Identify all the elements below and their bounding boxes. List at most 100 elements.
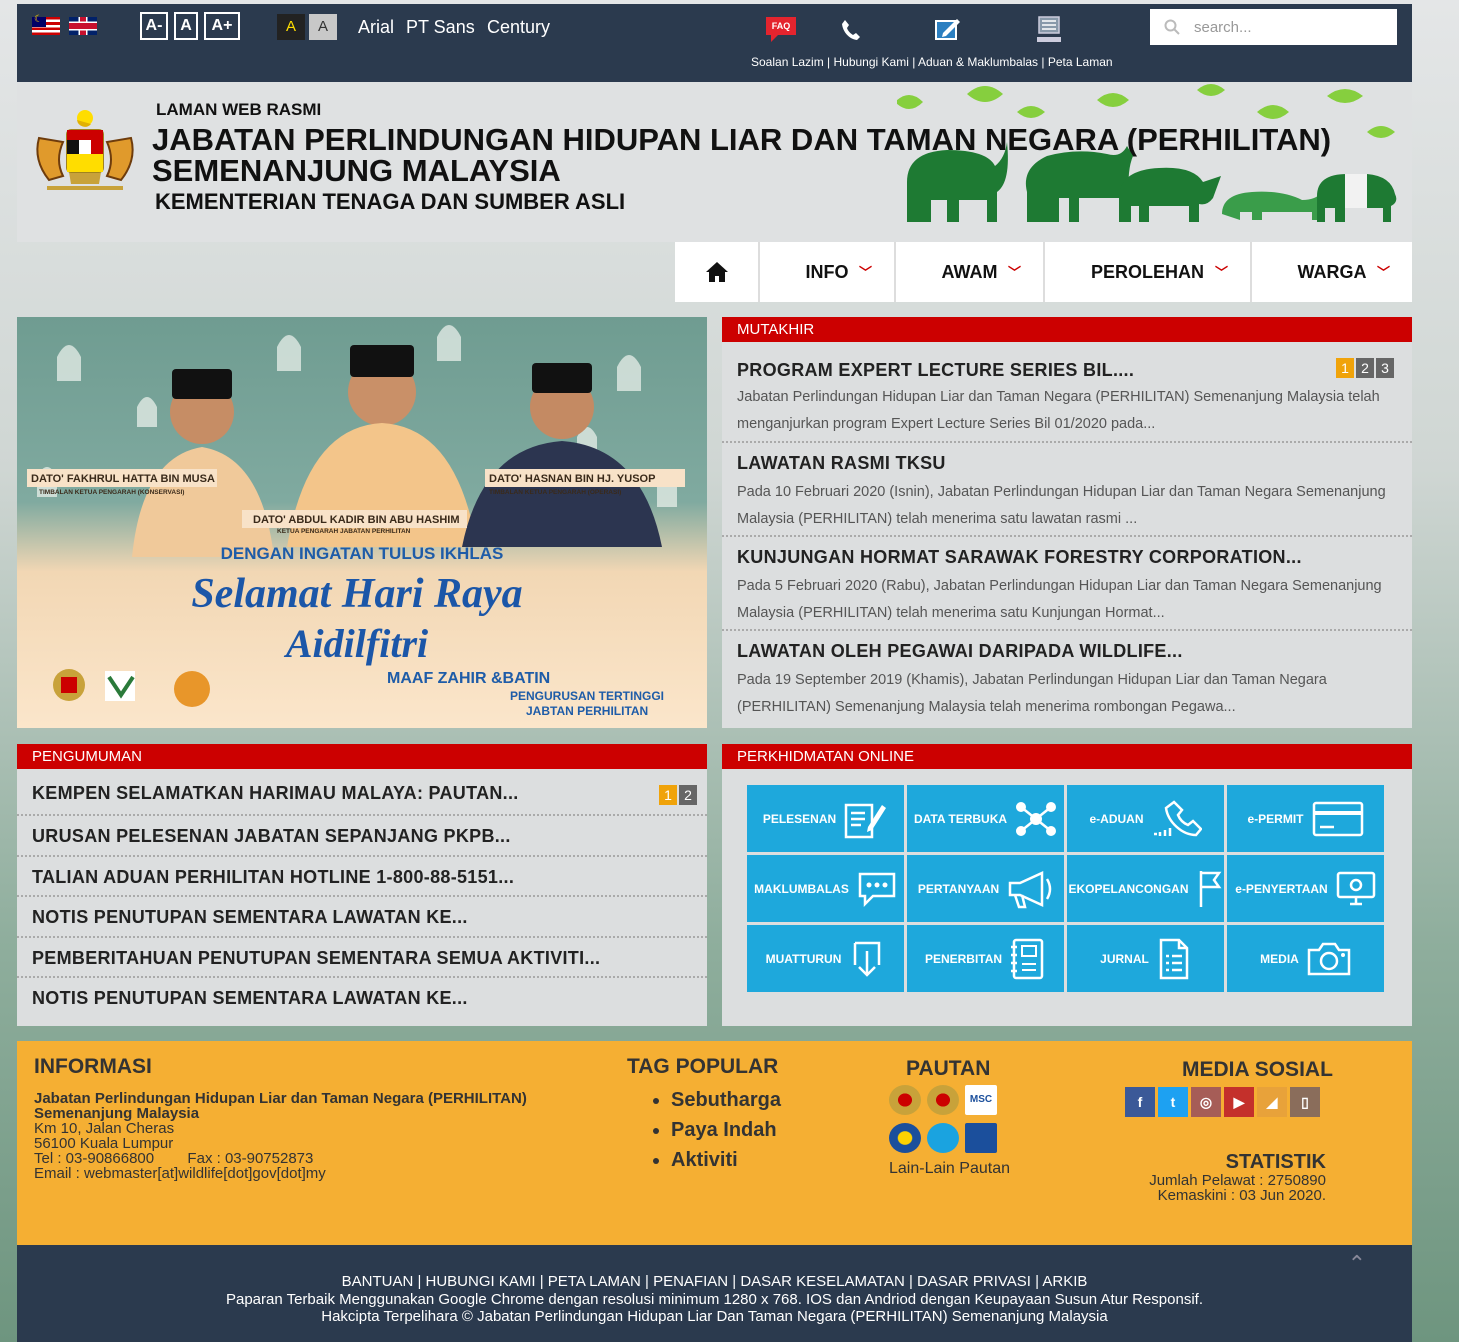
- statistik-heading: STATISTIK: [1225, 1151, 1326, 1173]
- monitor-icon: [1336, 871, 1375, 905]
- contact-info: Jabatan Perlindungan Hidupan Liar dan Ta…: [34, 1091, 527, 1181]
- youtube-icon[interactable]: ▶: [1224, 1087, 1254, 1117]
- search-input[interactable]: [1194, 18, 1384, 36]
- sitemap-icon[interactable]: [1032, 14, 1066, 46]
- tag-list: Sebutharga Paya Indah Aktiviti: [649, 1085, 781, 1175]
- announcement-item[interactable]: KEMPEN SELAMATKAN HARIMAU MALAYA: PAUTAN…: [17, 769, 707, 816]
- service-label: MAKLUMBALAS: [754, 881, 849, 896]
- scroll-top-icon[interactable]: ⌃: [1348, 1251, 1366, 1277]
- nav-perolehan-label: PEROLEHAN: [1090, 261, 1204, 282]
- news-title[interactable]: LAWATAN RASMI TKSU: [737, 453, 1397, 474]
- tag-popular-heading: TAG POPULAR: [627, 1055, 779, 1078]
- uk-flag-icon[interactable]: [69, 17, 97, 35]
- prestasi-logo[interactable]: [927, 1123, 959, 1153]
- header-ministry: KEMENTERIAN TENAGA DAN SUMBER ASLI: [155, 189, 626, 214]
- tag-link[interactable]: Sebutharga: [671, 1085, 781, 1115]
- other-links[interactable]: Lain-Lain Pautan: [889, 1160, 1010, 1178]
- coat-of-arms-logo[interactable]: [29, 110, 141, 194]
- nav-home[interactable]: [675, 242, 760, 302]
- chevron-down-icon: ﹀: [1214, 265, 1228, 280]
- nav-awam[interactable]: AWAM ﹀: [896, 242, 1045, 302]
- top-links[interactable]: Soalan Lazim | Hubungi Kami | Aduan & Ma…: [751, 55, 1113, 69]
- service-label: PENERBITAN: [924, 951, 1003, 966]
- contrast-dark-button[interactable]: A: [277, 14, 305, 40]
- nav-warga[interactable]: WARGA ﹀: [1252, 242, 1412, 302]
- service-e-permit[interactable]: e-PERMIT: [1227, 785, 1384, 852]
- service-muatturun[interactable]: MUATTURUN: [747, 925, 904, 992]
- notebook-icon: [1011, 938, 1044, 979]
- service-maklumbalas[interactable]: MAKLUMBALAS: [747, 855, 904, 922]
- faq-icon[interactable]: FAQ: [764, 14, 798, 46]
- news-item[interactable]: PROGRAM EXPERT LECTURE SERIES BIL.... Ja…: [722, 342, 1412, 443]
- ms-flag-icon[interactable]: [32, 14, 60, 35]
- news-title[interactable]: LAWATAN OLEH PEGAWAI DARIPADA WILDLIFE..…: [737, 641, 1397, 662]
- font-arial-link[interactable]: Arial: [358, 17, 394, 38]
- service-jurnal[interactable]: JURNAL: [1067, 925, 1224, 992]
- announcement-item[interactable]: URUSAN PELESENAN JABATAN SEPANJANG PKPB.…: [17, 816, 707, 857]
- announcement-item[interactable]: NOTIS PENUTUPAN SEMENTARA LAWATAN KE...: [17, 897, 707, 938]
- copyright: Hakcipta Terpelihara © Jabatan Perlindun…: [321, 1308, 1108, 1325]
- service-e-aduan[interactable]: e-ADUAN: [1067, 785, 1224, 852]
- service-label: e-PERMIT: [1247, 811, 1304, 826]
- font-reset-button[interactable]: A: [174, 12, 198, 40]
- mutakhir-page-3[interactable]: 3: [1376, 358, 1394, 378]
- service-penerbitan[interactable]: PENERBITAN: [907, 925, 1064, 992]
- phone-icon[interactable]: [834, 14, 868, 46]
- banner-greeting-sub: MAAF ZAHIR &BATIN: [387, 670, 550, 687]
- font-decrease-button[interactable]: A-: [140, 12, 168, 40]
- feedback-icon[interactable]: [931, 14, 965, 46]
- phone-fax: Tel : 03-90866800 Fax : 03-90752873: [34, 1150, 314, 1167]
- tag-link[interactable]: Aktiviti: [671, 1145, 781, 1175]
- service-e-penyertaan[interactable]: e-PENYERTAAN: [1227, 855, 1384, 922]
- announcement-item[interactable]: NOTIS PENUTUPAN SEMENTARA LAWATAN KE...: [17, 978, 707, 1019]
- last-updated: Kemaskini : 03 Jun 2020.: [1157, 1187, 1326, 1204]
- katsl-logo[interactable]: [927, 1085, 959, 1115]
- chevron-down-icon: ﹀: [1007, 265, 1021, 280]
- pengumuman-page-1[interactable]: 1: [659, 785, 677, 805]
- tree-logo[interactable]: [965, 1123, 997, 1153]
- hari-raya-banner[interactable]: DATO' FAKHRUL HATTA BIN MUSA TIMBALAN KE…: [17, 317, 707, 728]
- visitor-count: Jumlah Pelawat : 2750890: [1149, 1172, 1326, 1189]
- polis-logo[interactable]: [889, 1123, 921, 1153]
- search-icon: [1164, 19, 1180, 35]
- service-pelesenan[interactable]: PELESENAN: [747, 785, 904, 852]
- service-media[interactable]: MEDIA: [1227, 925, 1384, 992]
- pengumuman-pager: 1 2: [659, 785, 697, 805]
- announcement-item[interactable]: TALIAN ADUAN PERHILITAN HOTLINE 1-800-88…: [17, 857, 707, 897]
- pengumuman-page-2[interactable]: 2: [679, 785, 697, 805]
- news-item[interactable]: LAWATAN RASMI TKSU Pada 10 Februari 2020…: [722, 443, 1412, 537]
- service-pertanyaan[interactable]: PERTANYAAN: [907, 855, 1064, 922]
- mutakhir-page-2[interactable]: 2: [1356, 358, 1374, 378]
- camera-icon: [1307, 942, 1351, 975]
- mygov-logo[interactable]: [889, 1085, 921, 1115]
- bottom-links[interactable]: BANTUAN | HUBUNGI KAMI | PETA LAMAN | PE…: [17, 1273, 1412, 1291]
- site-header: LAMAN WEB RASMI JABATAN PERLINDUNGAN HID…: [17, 82, 1412, 242]
- banner-person2: DATO' ABDUL KADIR BIN ABU HASHIM: [253, 514, 460, 526]
- font-ptsans-link[interactable]: PT Sans: [406, 17, 475, 38]
- service-ekopelancongan[interactable]: EKOPELANCONGAN: [1067, 855, 1224, 922]
- search-box[interactable]: [1150, 9, 1397, 45]
- nav-info[interactable]: INFO ﹀: [760, 242, 896, 302]
- contrast-light-button[interactable]: A: [309, 14, 337, 40]
- font-century-link[interactable]: Century: [487, 17, 550, 38]
- megaphone-icon: [1008, 870, 1052, 908]
- service-data-terbuka[interactable]: DATA TERBUKA: [907, 785, 1064, 852]
- news-title[interactable]: PROGRAM EXPERT LECTURE SERIES BIL....: [737, 360, 1397, 381]
- font-increase-button[interactable]: A+: [204, 12, 240, 40]
- facebook-icon[interactable]: f: [1125, 1087, 1155, 1117]
- tag-link[interactable]: Paya Indah: [671, 1115, 781, 1145]
- mutakhir-page-1[interactable]: 1: [1336, 358, 1354, 378]
- instagram-icon[interactable]: ◎: [1191, 1087, 1221, 1117]
- service-label: EKOPELANCONGAN: [1068, 881, 1189, 896]
- announcement-item[interactable]: PEMBERITAHUAN PENUTUPAN SEMENTARA SEMUA …: [17, 938, 707, 978]
- msc-logo[interactable]: MSC: [965, 1085, 997, 1115]
- news-item[interactable]: KUNJUNGAN HORMAT SARAWAK FORESTRY CORPOR…: [722, 537, 1412, 631]
- header-title-line2: SEMENANJUNG MALAYSIA: [152, 153, 561, 188]
- banner-person1-role: TIMBALAN KETUA PENGARAH (KONSERVASI): [39, 489, 184, 496]
- rss-icon[interactable]: ◢: [1257, 1087, 1287, 1117]
- mobile-icon[interactable]: ▯: [1290, 1087, 1320, 1117]
- twitter-icon[interactable]: t: [1158, 1087, 1188, 1117]
- news-item[interactable]: LAWATAN OLEH PEGAWAI DARIPADA WILDLIFE..…: [722, 631, 1412, 725]
- news-title[interactable]: KUNJUNGAN HORMAT SARAWAK FORESTRY CORPOR…: [737, 547, 1397, 568]
- nav-perolehan[interactable]: PEROLEHAN ﹀: [1045, 242, 1252, 302]
